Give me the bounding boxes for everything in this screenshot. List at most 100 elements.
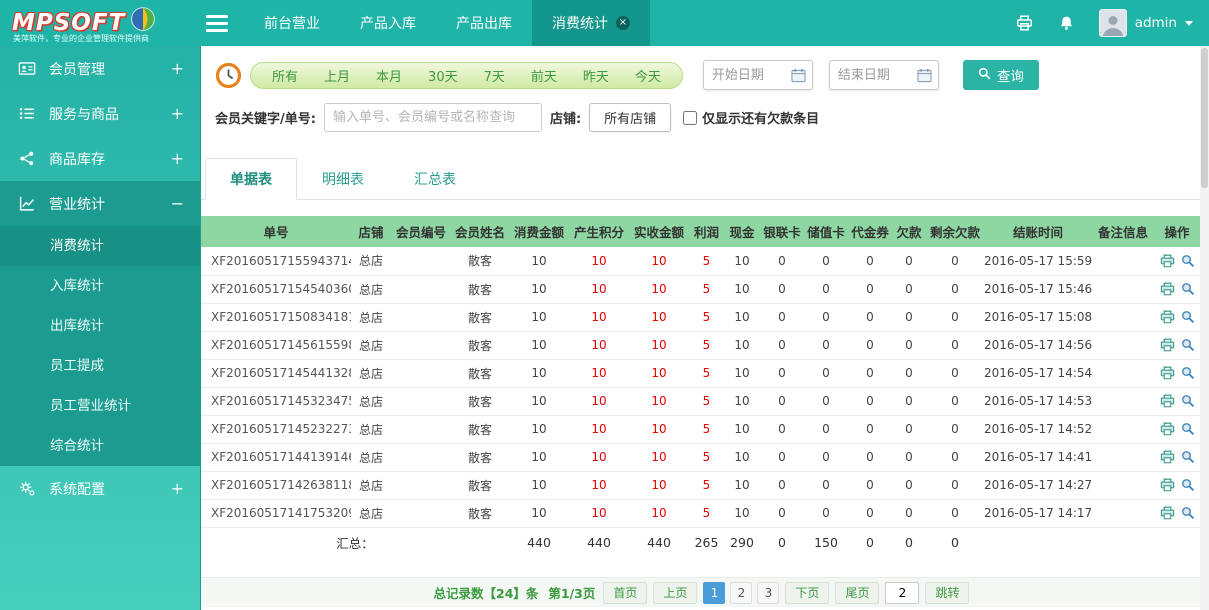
sidebar-item[interactable]: 商品库存+: [0, 136, 200, 181]
next-page-button[interactable]: 下页: [785, 582, 829, 604]
cell: 0: [760, 387, 804, 415]
start-date-input[interactable]: [704, 68, 784, 83]
vertical-scrollbar[interactable]: [1200, 46, 1209, 610]
cell: 10: [569, 443, 629, 471]
magnifier-icon[interactable]: [1181, 394, 1195, 408]
quick-filter-item[interactable]: 昨天: [570, 66, 622, 85]
cell: 总店: [351, 387, 391, 415]
print-icon[interactable]: [1160, 478, 1175, 492]
sidebar-item[interactable]: 会员管理+: [0, 46, 200, 91]
cell: 0: [892, 275, 926, 303]
nav-item[interactable]: 产品出库: [436, 0, 532, 46]
table-body: XF201605171559437148总店散客1010105100000020…: [201, 247, 1200, 557]
magnifier-icon[interactable]: [1181, 422, 1195, 436]
sidebar-subitem[interactable]: 消费统计: [0, 226, 200, 266]
close-icon[interactable]: ×: [616, 16, 630, 30]
table-header-row: 单号店铺会员编号会员姓名消费金额产生积分实收金额利润现金银联卡储值卡代金券欠款剩…: [201, 216, 1200, 247]
sidebar-subitem[interactable]: 出库统计: [0, 306, 200, 346]
sidebar-item[interactable]: 服务与商品+: [0, 91, 200, 136]
cell: 5: [689, 415, 724, 443]
cell: 0: [926, 275, 984, 303]
sidebar-item[interactable]: 系统配置+: [0, 466, 200, 511]
print-icon[interactable]: [1160, 506, 1175, 520]
page-number-button[interactable]: 2: [730, 582, 752, 604]
sidebar-subitem[interactable]: 综合统计: [0, 426, 200, 466]
sidebar-item[interactable]: 营业统计−: [0, 181, 200, 226]
main-content: 所有上月本月30天7天前天昨天今天 查询 会员关键字/单号: 店铺: 所有店铺: [200, 46, 1209, 610]
tab-item[interactable]: 明细表: [297, 158, 389, 200]
cell: 10: [629, 499, 689, 527]
first-page-button[interactable]: 首页: [603, 582, 647, 604]
cell: 总店: [351, 471, 391, 499]
prev-page-button[interactable]: 上页: [653, 582, 697, 604]
bell-icon[interactable]: [1058, 14, 1075, 32]
magnifier-icon[interactable]: [1181, 506, 1195, 520]
user-menu[interactable]: admin: [1099, 9, 1193, 37]
cell-actions: [1154, 387, 1200, 415]
sidebar-subitem[interactable]: 入库统计: [0, 266, 200, 306]
sidebar-item-label: 商品库存: [49, 149, 171, 169]
print-icon[interactable]: [1160, 422, 1175, 436]
magnifier-icon[interactable]: [1181, 478, 1195, 492]
print-icon[interactable]: [1160, 366, 1175, 380]
magnifier-icon[interactable]: [1181, 282, 1195, 296]
quick-filter-item[interactable]: 前天: [518, 66, 570, 85]
summary-cell: 150: [804, 527, 848, 557]
cell: 0: [926, 499, 984, 527]
cell: 10: [569, 247, 629, 275]
tab-item[interactable]: 单据表: [205, 158, 297, 200]
sidebar-subitem[interactable]: 员工营业统计: [0, 386, 200, 426]
print-icon[interactable]: [1160, 282, 1175, 296]
cell: 10: [569, 499, 629, 527]
summary-cell: 440: [569, 527, 629, 557]
jump-button[interactable]: 跳转: [925, 582, 969, 604]
debt-only-checkbox[interactable]: [683, 111, 697, 125]
cell: 散客: [451, 275, 509, 303]
tab-item[interactable]: 汇总表: [389, 158, 481, 200]
sidebar-item-label: 营业统计: [49, 194, 171, 214]
quick-filter-item[interactable]: 今天: [622, 66, 674, 85]
magnifier-icon[interactable]: [1181, 338, 1195, 352]
sidebar-subitem[interactable]: 员工提成: [0, 346, 200, 386]
last-page-button[interactable]: 尾页: [835, 582, 879, 604]
shop-select-button[interactable]: 所有店铺: [589, 103, 671, 132]
calendar-icon[interactable]: [917, 68, 932, 83]
print-icon[interactable]: [1160, 450, 1175, 464]
cell: 0: [804, 415, 848, 443]
search-button[interactable]: 查询: [963, 60, 1039, 90]
nav-item[interactable]: 产品入库: [340, 0, 436, 46]
scrollbar-thumb[interactable]: [1201, 48, 1208, 188]
quick-filter-item[interactable]: 30天: [415, 66, 471, 85]
nav-item-label: 产品入库: [360, 13, 416, 33]
calendar-icon[interactable]: [791, 68, 806, 83]
page-number-button[interactable]: 1: [703, 582, 725, 604]
print-icon[interactable]: [1160, 254, 1175, 268]
print-icon[interactable]: [1160, 338, 1175, 352]
table-row: XF201605171456155981总店散客1010105100000020…: [201, 331, 1200, 359]
end-date-input[interactable]: [830, 68, 910, 83]
jump-page-input[interactable]: [885, 582, 919, 604]
magnifier-icon[interactable]: [1181, 450, 1195, 464]
cell: 0: [892, 387, 926, 415]
magnifier-icon[interactable]: [1181, 310, 1195, 324]
printer-icon[interactable]: [1015, 14, 1034, 32]
nav-item[interactable]: 消费统计×: [532, 0, 650, 46]
keyword-input[interactable]: [324, 103, 542, 132]
quick-filter-item[interactable]: 上月: [311, 66, 363, 85]
table-row: XF201605171454413280总店散客1010105100000020…: [201, 359, 1200, 387]
summary-cell: 0: [892, 527, 926, 557]
print-icon[interactable]: [1160, 394, 1175, 408]
quick-filter-item[interactable]: 本月: [363, 66, 415, 85]
cell: 总店: [351, 275, 391, 303]
quick-filter-item[interactable]: 所有: [259, 66, 311, 85]
print-icon[interactable]: [1160, 310, 1175, 324]
magnifier-icon[interactable]: [1181, 366, 1195, 380]
quick-filter-item[interactable]: 7天: [471, 66, 518, 85]
page-number-button[interactable]: 3: [757, 582, 779, 604]
cell: 10: [724, 443, 760, 471]
magnifier-icon[interactable]: [1181, 254, 1195, 268]
cell-actions: [1154, 331, 1200, 359]
column-header: 会员姓名: [451, 216, 509, 247]
hamburger-menu-icon[interactable]: [206, 11, 228, 36]
nav-item[interactable]: 前台营业: [244, 0, 340, 46]
